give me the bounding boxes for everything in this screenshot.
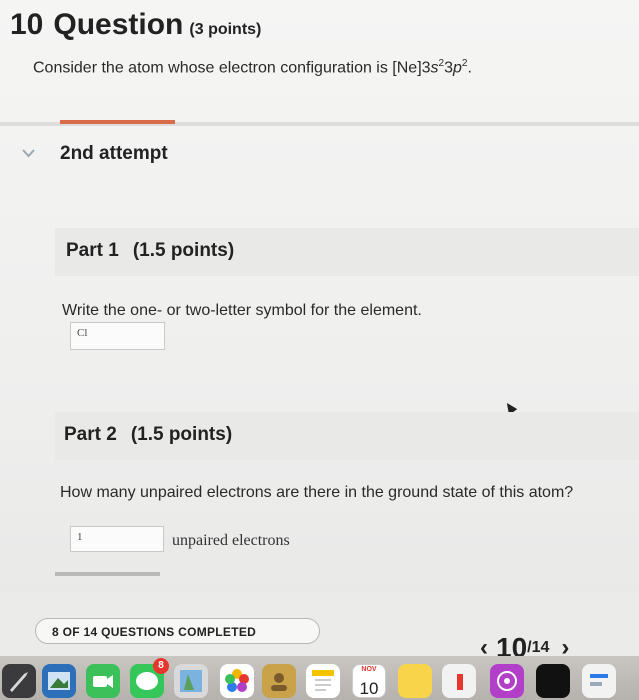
total-questions: /14 [527, 639, 550, 656]
part2-label: Part 2 [64, 424, 117, 445]
app-store-icon[interactable] [582, 664, 616, 698]
calendar-icon[interactable]: NOV 10 [352, 664, 386, 698]
calendar-month: NOV [361, 666, 377, 673]
part1-points: (1.5 points) [132, 240, 235, 261]
chevron-down-icon[interactable] [22, 146, 35, 161]
preview-photo-icon[interactable] [42, 664, 76, 698]
contacts-icon[interactable] [262, 664, 296, 698]
question-points: (3 points) [189, 21, 262, 38]
dock: 8 NOV 10 [0, 656, 639, 700]
calendar-day: 10 [359, 679, 379, 698]
prompt-suffix: . [467, 59, 472, 77]
part1-question-text: Write the one- or two-letter symbol for … [62, 302, 422, 319]
facetime-icon[interactable] [86, 664, 120, 698]
photos-icon[interactable] [220, 664, 254, 698]
finder-maps-icon[interactable] [174, 664, 208, 698]
part1-label: Part 1 [66, 240, 119, 261]
question-number: 10 [10, 8, 44, 41]
notes-icon[interactable] [306, 664, 340, 698]
prompt-text: Consider the atom whose electron configu… [33, 59, 431, 77]
progress-indicator: 8 OF 14 QUESTIONS COMPLETED [35, 618, 320, 644]
question-word: Question [53, 8, 184, 41]
launchpad-rocket-icon[interactable] [2, 664, 36, 698]
part1-title: Part 1 (1.5 points) [66, 240, 234, 262]
config-p: p [453, 59, 462, 77]
part2-question-text: How many unpaired electrons are there in… [60, 484, 574, 501]
page: 10 Question (3 points) Consider the atom w… [0, 0, 639, 700]
question-prompt: Consider the atom whose electron configu… [33, 58, 472, 77]
question-header: 10 Question (3 points) [10, 8, 261, 42]
apple-tv-icon[interactable] [536, 664, 570, 698]
reminders-icon[interactable] [442, 664, 476, 698]
part2-answer-input[interactable]: 1 [70, 526, 164, 552]
part2-units-label: unpaired electrons [172, 532, 290, 549]
progress-label: 8 OF 14 QUESTIONS COMPLETED [52, 625, 257, 639]
config-s: s [430, 59, 439, 77]
attempt-label[interactable]: 2nd attempt [60, 143, 168, 165]
attempt-indicator-bar [60, 120, 175, 124]
part1-answer-input[interactable]: Cl [70, 322, 165, 350]
messages-badge: 8 [153, 658, 169, 674]
stickies-icon[interactable] [398, 664, 432, 698]
config-p-number: 3 [444, 59, 454, 77]
part2-points: (1.5 points) [130, 424, 233, 445]
part2-title: Part 2 (1.5 points) [64, 424, 232, 446]
podcasts-icon[interactable] [490, 664, 524, 698]
section-divider [55, 572, 160, 576]
